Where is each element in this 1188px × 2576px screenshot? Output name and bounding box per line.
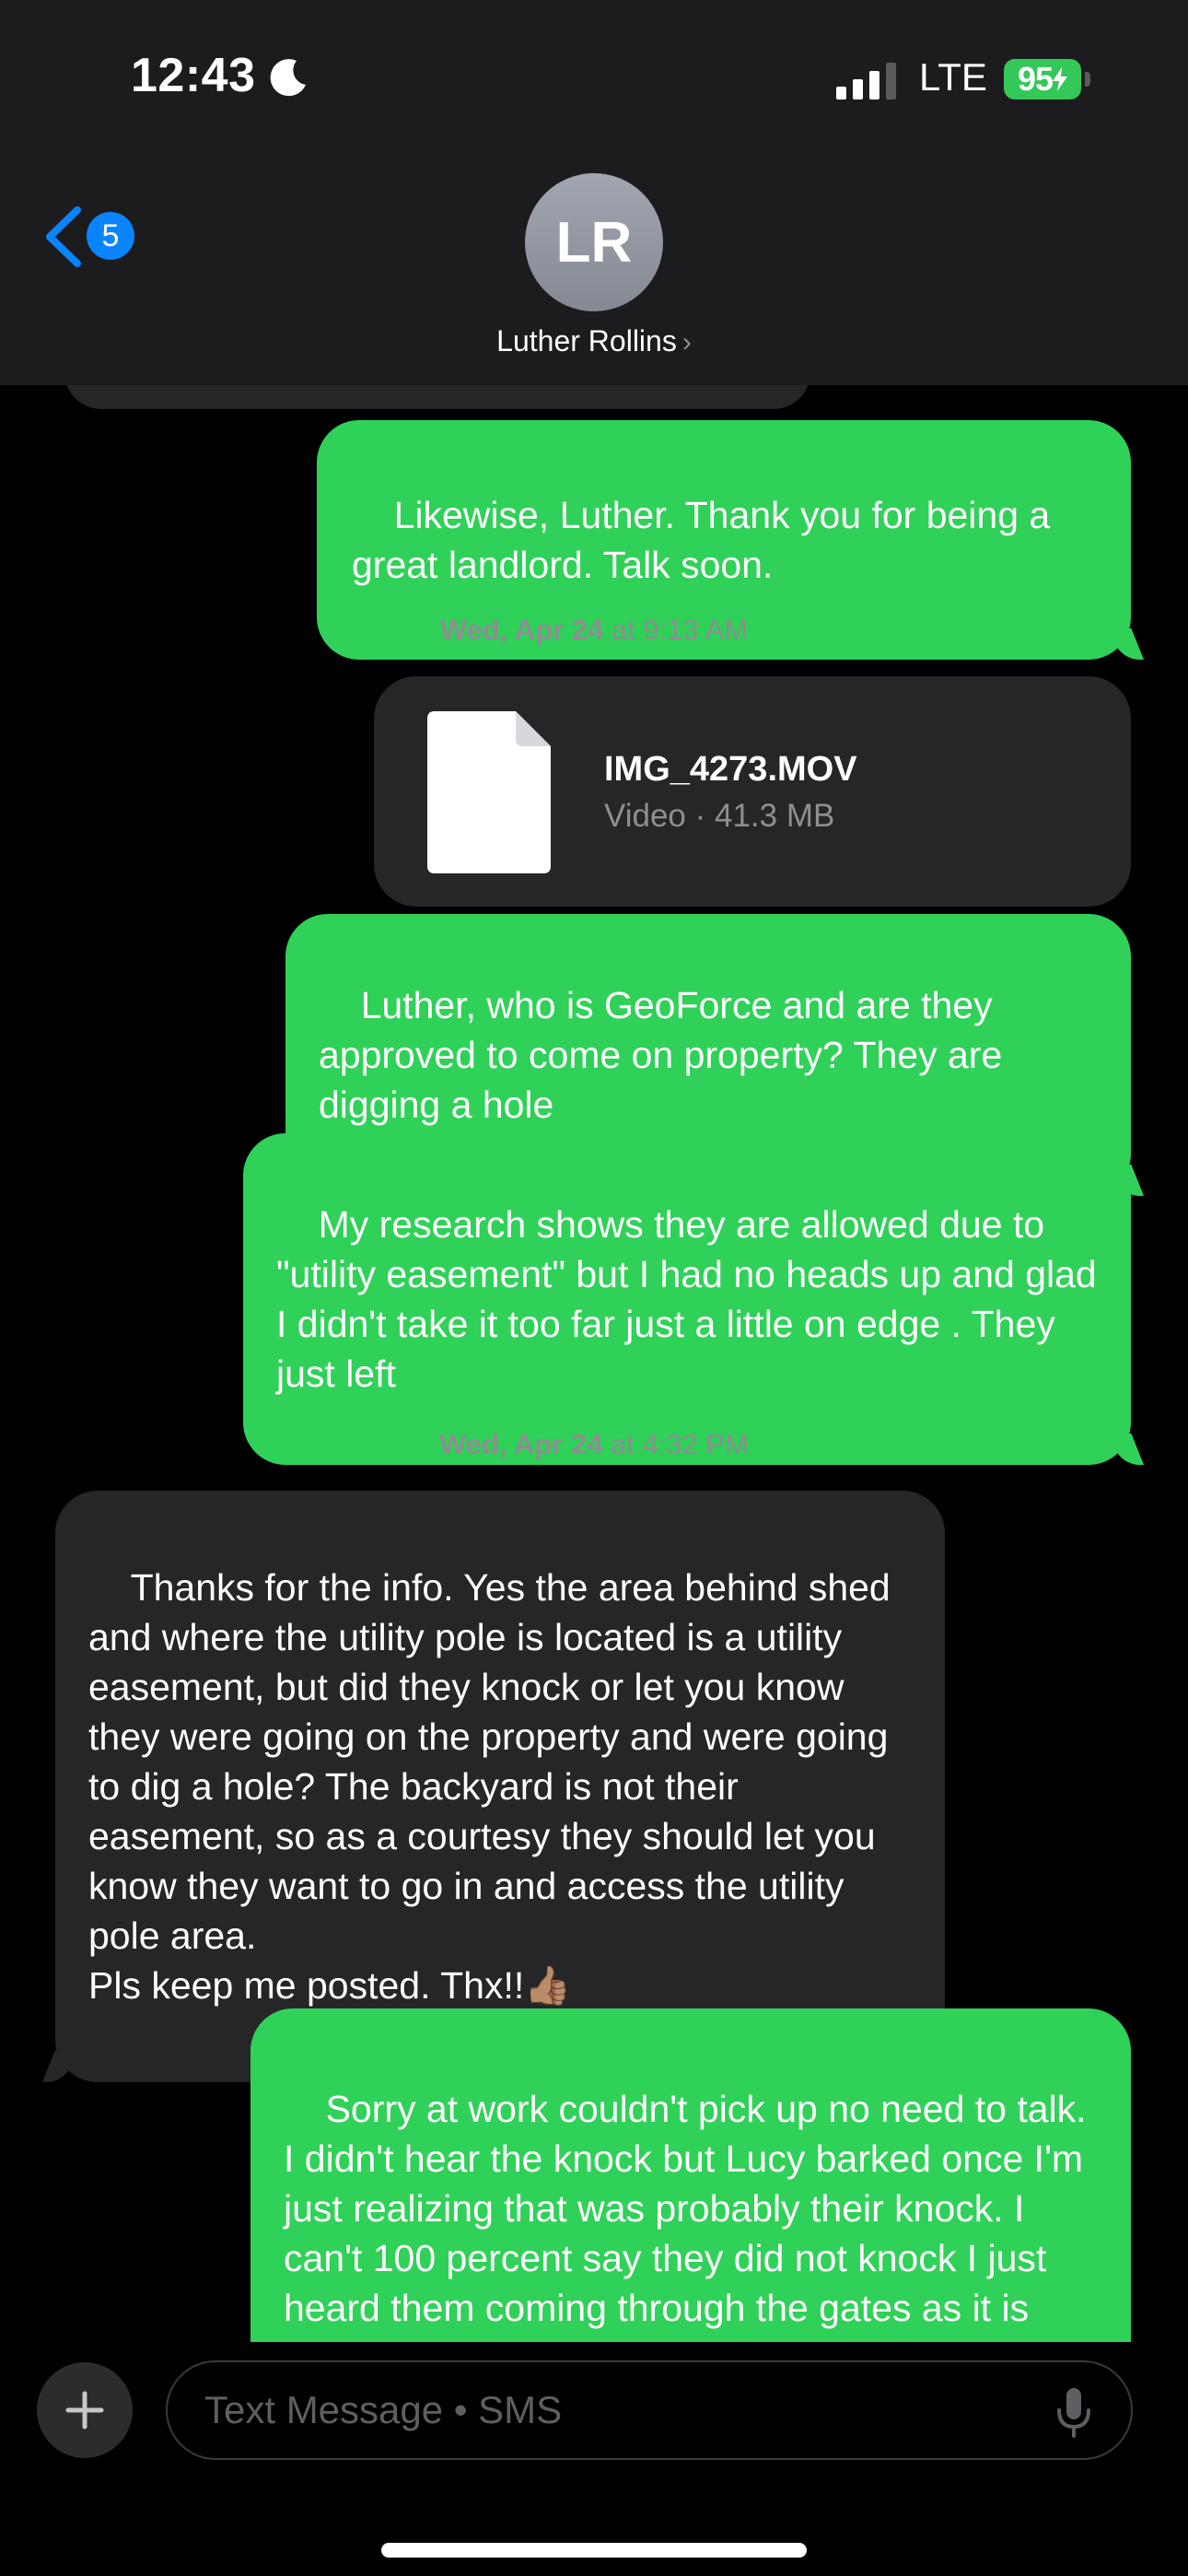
- video-attachment[interactable]: IMG_4273.MOV Video · 41.3 MB: [374, 676, 1131, 907]
- cellular-signal-icon: [836, 63, 896, 100]
- battery-cap: [1085, 72, 1090, 87]
- timestamp-time: 9:13 AM: [643, 614, 749, 646]
- timestamp-day: Wed, Apr 24: [439, 614, 604, 646]
- chevron-right-icon: ›: [681, 327, 692, 357]
- timestamp-at: at: [602, 1428, 643, 1460]
- message-text: Thanks for the info. Yes the area behind…: [88, 1566, 891, 2007]
- contact-name-button[interactable]: Luther Rollins ›: [0, 324, 1188, 358]
- sent-message[interactable]: My research shows they are allowed due t…: [243, 1133, 1131, 1465]
- previous-message-bubble: [64, 385, 810, 409]
- unread-count-badge[interactable]: 5: [87, 212, 134, 260]
- battery-indicator: 95: [1004, 59, 1081, 100]
- message-text: My research shows they are allowed due t…: [276, 1203, 1108, 1395]
- timestamp-day: Wed, Apr 24: [439, 1428, 603, 1460]
- attachment-file-name: IMG_4273.MOV: [604, 750, 857, 789]
- conversation-header: 12:43 LTE 95 5 LR Luther Rollins ›: [0, 0, 1188, 385]
- battery-level: 95: [1017, 60, 1054, 98]
- moon-icon: [270, 59, 306, 97]
- status-bar: 12:43 LTE 95: [0, 0, 1188, 157]
- microphone-icon[interactable]: [1055, 2388, 1092, 2438]
- home-indicator[interactable]: [381, 2543, 807, 2558]
- plus-icon: [65, 2391, 104, 2430]
- sent-message[interactable]: Sorry at work couldn't pick up no need t…: [250, 2008, 1131, 2342]
- status-time: 12:43: [131, 49, 256, 102]
- message-input[interactable]: Text Message • SMS: [166, 2360, 1133, 2460]
- message-input-placeholder: Text Message • SMS: [204, 2388, 563, 2431]
- document-icon: [427, 711, 551, 873]
- timestamp-at: at: [603, 614, 644, 646]
- message-text: Likewise, Luther. Thank you for being a …: [352, 494, 1061, 586]
- network-type: LTE: [919, 55, 987, 99]
- message-text: Luther, who is GeoForce and are they app…: [319, 984, 1013, 1126]
- contact-name: Luther Rollins: [496, 324, 677, 357]
- attachment-file-meta: Video · 41.3 MB: [604, 798, 835, 834]
- back-chevron-icon[interactable]: [41, 205, 85, 269]
- timestamp: Wed, Apr 24 at 9:13 AM: [0, 614, 1188, 647]
- contact-avatar[interactable]: LR: [525, 173, 663, 311]
- composer-bar: Text Message • SMS: [0, 2342, 1188, 2576]
- message-list[interactable]: Likewise, Luther. Thank you for being a …: [0, 385, 1188, 2342]
- charging-bolt-icon: [1053, 67, 1068, 91]
- received-message[interactable]: Thanks for the info. Yes the area behind…: [55, 1491, 945, 2082]
- message-text: Sorry at work couldn't pick up no need t…: [284, 2088, 1087, 2342]
- timestamp-time: 4:32 PM: [642, 1428, 749, 1460]
- timestamp: Wed, Apr 24 at 4:32 PM: [0, 1428, 1188, 1461]
- apps-plus-button[interactable]: [37, 2362, 133, 2458]
